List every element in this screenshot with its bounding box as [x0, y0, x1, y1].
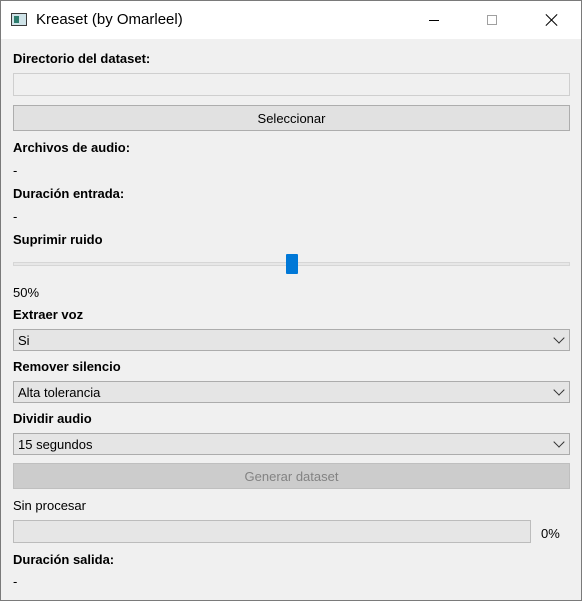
minimize-button[interactable]	[405, 1, 463, 39]
remove-silence-value: Alta tolerancia	[18, 385, 101, 400]
status-text: Sin procesar	[13, 498, 86, 513]
remove-silence-label: Remover silencio	[13, 359, 121, 374]
split-audio-select[interactable]: 15 segundos	[13, 433, 570, 455]
close-button[interactable]	[523, 1, 581, 39]
split-audio-label: Dividir audio	[13, 411, 92, 426]
app-window: Kreaset (by Omarleel) Directorio del dat…	[0, 0, 582, 601]
audio-files-value: -	[13, 163, 18, 178]
chevron-down-icon	[553, 436, 565, 448]
maximize-button[interactable]	[463, 1, 521, 39]
select-button[interactable]: Seleccionar	[13, 105, 570, 131]
dataset-path-field[interactable]	[13, 73, 570, 96]
noise-suppression-label: Suprimir ruido	[13, 232, 103, 247]
noise-value: 50%	[13, 285, 40, 300]
remove-silence-select[interactable]: Alta tolerancia	[13, 381, 570, 403]
title-bar[interactable]: Kreaset (by Omarleel)	[1, 1, 581, 39]
noise-slider-thumb[interactable]	[286, 254, 298, 274]
progress-bar	[13, 520, 531, 543]
extract-voice-value: Si	[18, 333, 30, 348]
extract-voice-label: Extraer voz	[13, 307, 84, 322]
progress-percent: 0%	[541, 526, 560, 541]
extract-voice-select[interactable]: Si	[13, 329, 570, 351]
chevron-down-icon	[553, 332, 565, 344]
maximize-icon	[487, 15, 497, 25]
input-duration-value: -	[13, 209, 18, 224]
input-duration-label: Duración entrada:	[13, 186, 125, 201]
generate-dataset-button[interactable]: Generar dataset	[13, 463, 570, 489]
app-icon	[11, 13, 27, 26]
chevron-down-icon	[553, 384, 565, 396]
output-duration-value: -	[13, 574, 18, 589]
split-audio-value: 15 segundos	[18, 437, 93, 452]
dataset-directory-label: Directorio del dataset:	[13, 51, 151, 66]
output-duration-label: Duración salida:	[13, 552, 115, 567]
minimize-icon	[429, 19, 439, 21]
close-icon	[545, 13, 559, 27]
window-title: Kreaset (by Omarleel)	[36, 11, 183, 28]
audio-files-label: Archivos de audio:	[13, 140, 131, 155]
